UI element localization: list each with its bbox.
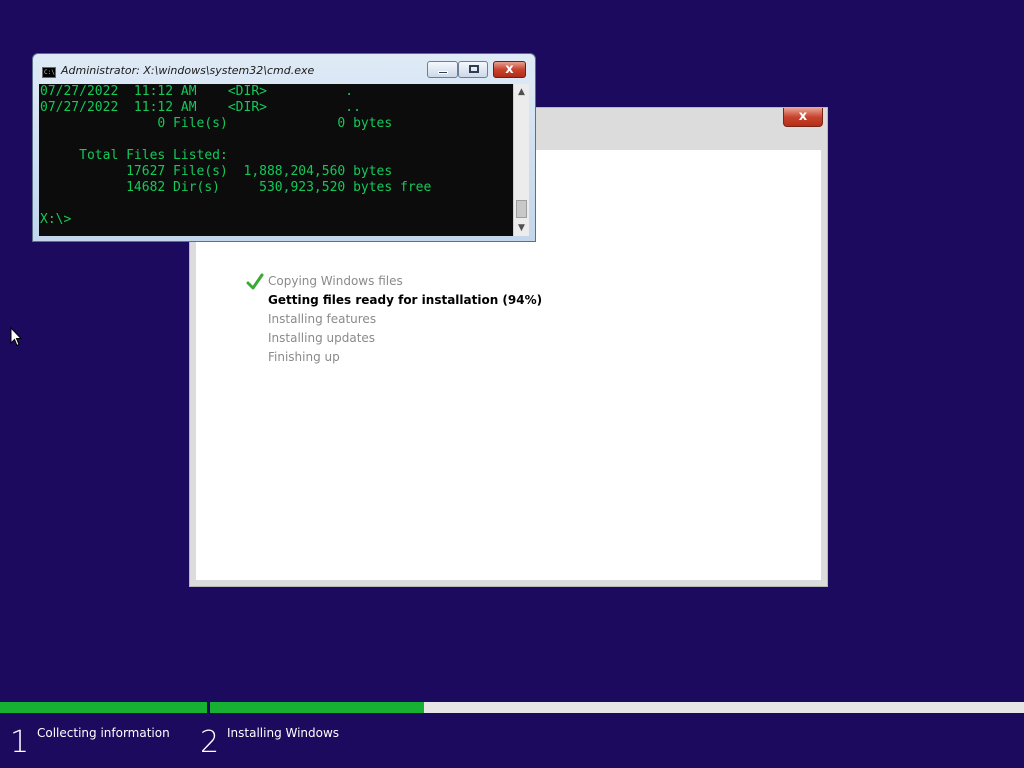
- checkmark-icon: [246, 273, 264, 290]
- console-icon: C:\: [42, 67, 56, 78]
- vertical-scrollbar[interactable]: ▲ ▼: [513, 84, 529, 236]
- minimize-button[interactable]: [427, 61, 458, 78]
- step-copying-files: Copying Windows files: [246, 272, 542, 291]
- console-text: 07/27/2022 11:12 AM <DIR> . 07/27/2022 1…: [40, 84, 432, 227]
- cmd-titlebar[interactable]: C:\ Administrator: X:\windows\system32\c…: [33, 54, 535, 84]
- phase-label: Collecting information: [37, 726, 170, 740]
- scroll-down-icon[interactable]: ▼: [514, 220, 529, 236]
- progress-fill: [0, 702, 207, 713]
- scroll-up-icon[interactable]: ▲: [514, 84, 529, 100]
- close-icon: x: [505, 62, 514, 77]
- setup-close-button[interactable]: x: [783, 108, 823, 127]
- install-step-list: Copying Windows files Getting files read…: [246, 272, 542, 367]
- step-label: Getting files ready for installation (94…: [268, 293, 543, 307]
- step-installing-updates: Installing updates: [246, 329, 542, 348]
- progress-bar-installing: [210, 702, 1024, 713]
- window-title: Administrator: X:\windows\system32\cmd.e…: [61, 64, 315, 77]
- progress-bar-collecting: [0, 702, 207, 713]
- step-label: Installing features: [268, 312, 377, 326]
- step-label: Installing updates: [268, 331, 376, 345]
- step-finishing-up: Finishing up: [246, 348, 542, 367]
- progress-fill: [210, 702, 425, 713]
- phase-number: 1: [10, 725, 30, 760]
- step-label: Finishing up: [268, 350, 340, 364]
- maximize-icon: [469, 65, 479, 73]
- mouse-pointer-icon: [10, 327, 22, 347]
- step-installing-features: Installing features: [246, 310, 542, 329]
- cmd-window[interactable]: C:\ Administrator: X:\windows\system32\c…: [32, 53, 536, 242]
- step-getting-files-ready: Getting files ready for installation (94…: [246, 291, 542, 310]
- scroll-thumb[interactable]: [516, 200, 527, 218]
- phase-number: 2: [200, 725, 220, 760]
- console-output-area[interactable]: 07/27/2022 11:12 AM <DIR> . 07/27/2022 1…: [39, 84, 529, 236]
- maximize-button[interactable]: [458, 61, 488, 78]
- phase-label: Installing Windows: [227, 726, 340, 740]
- close-icon: x: [798, 109, 808, 124]
- minimize-icon: [438, 71, 448, 74]
- close-button[interactable]: x: [493, 61, 526, 78]
- step-label: Copying Windows files: [268, 274, 403, 288]
